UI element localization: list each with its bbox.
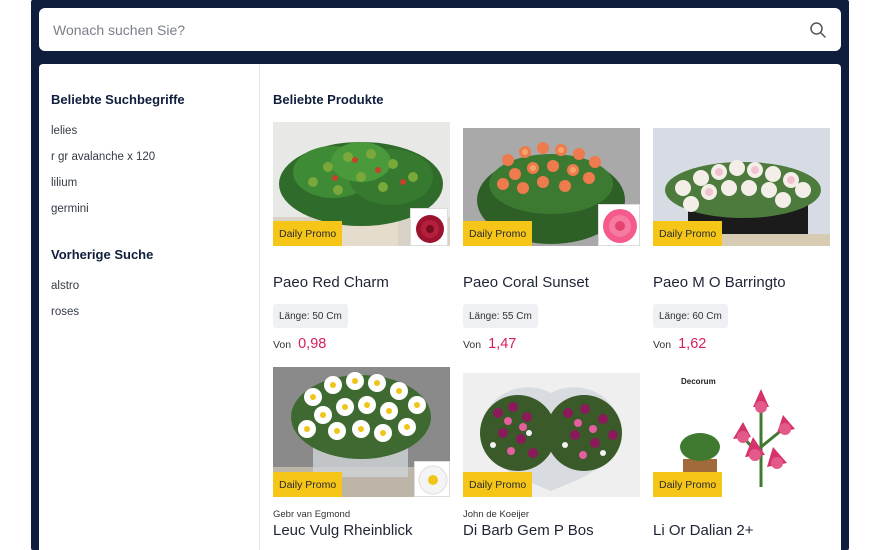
product-price-row: Von 0,98 <box>273 336 326 352</box>
product-name[interactable]: Li Or Dalian 2+ <box>653 522 753 539</box>
price-prefix: Von <box>273 339 292 351</box>
search-icon[interactable] <box>809 21 827 39</box>
search-suggestions-sidebar: Beliebte Suchbegriffe lelies r gr avalan… <box>39 64 260 550</box>
daily-promo-badge: Daily Promo <box>463 472 533 497</box>
popular-searches-title: Beliebte Suchbegriffe <box>51 92 185 107</box>
price-prefix: Von <box>463 339 482 351</box>
search-bar[interactable] <box>39 8 841 51</box>
product-image[interactable]: Daily Promo <box>273 122 450 246</box>
product-price: 0,98 <box>298 336 327 352</box>
product-price-row: Von 1,47 <box>463 336 516 352</box>
product-price: 1,47 <box>488 336 517 352</box>
product-card[interactable]: Daily Promo John de Koeijer Di Barb Gem … <box>463 367 640 550</box>
popular-products-section: Beliebte Produkte Daily Promo Paeo Red C… <box>260 64 841 550</box>
recent-search-item[interactable]: roses <box>51 305 259 331</box>
product-image[interactable]: Daily Promo <box>463 128 640 246</box>
product-card[interactable]: Daily Promo Paeo M O Barringto Länge: 60… <box>653 122 830 367</box>
recent-searches-list: alstro roses <box>51 279 259 331</box>
product-name[interactable]: Leuc Vulg Rheinblick <box>273 522 413 539</box>
product-thumbnail <box>410 208 448 246</box>
product-card[interactable]: Daily Promo Gebr van Egmond Leuc Vulg Rh… <box>273 367 450 550</box>
search-input[interactable] <box>53 21 809 38</box>
daily-promo-badge: Daily Promo <box>463 221 533 246</box>
popular-search-item[interactable]: r gr avalanche x 120 <box>51 150 259 176</box>
product-length-badge: Länge: 50 Cm <box>273 304 348 328</box>
product-image[interactable]: Daily Promo <box>463 373 640 497</box>
daily-promo-badge: Daily Promo <box>273 472 343 497</box>
product-image[interactable]: Daily Promo <box>273 367 450 497</box>
product-length-badge: Länge: 55 Cm <box>463 304 538 328</box>
recent-searches-title: Vorherige Suche <box>51 247 154 262</box>
product-brand: John de Koeijer <box>463 509 530 520</box>
product-grid: Daily Promo Paeo Red Charm Länge: 50 Cm … <box>273 122 830 550</box>
product-thumbnail <box>598 204 640 246</box>
daily-promo-badge: Daily Promo <box>653 472 723 497</box>
product-price-row: Von 1,62 <box>653 336 706 352</box>
product-thumbnail <box>414 461 450 497</box>
popular-search-item[interactable]: germini <box>51 202 259 228</box>
popular-search-item[interactable]: lilium <box>51 176 259 202</box>
search-dropdown-panel: Beliebte Suchbegriffe lelies r gr avalan… <box>39 64 841 550</box>
product-card[interactable]: Decorum Daily Promo Li Or Dalian 2+ <box>653 367 830 550</box>
product-name[interactable]: Paeo M O Barringto <box>653 274 786 291</box>
product-card[interactable]: Daily Promo Paeo Red Charm Länge: 50 Cm … <box>273 122 450 367</box>
product-name[interactable]: Di Barb Gem P Bos <box>463 522 594 539</box>
popular-search-item[interactable]: lelies <box>51 124 259 150</box>
product-length-badge: Länge: 60 Cm <box>653 304 728 328</box>
price-prefix: Von <box>653 339 672 351</box>
daily-promo-badge: Daily Promo <box>273 221 343 246</box>
product-card[interactable]: Daily Promo Paeo Coral Sunset Länge: 55 … <box>463 122 640 367</box>
product-price: 1,62 <box>678 336 707 352</box>
image-brand-label: Decorum <box>681 377 716 386</box>
recent-search-item[interactable]: alstro <box>51 279 259 305</box>
popular-products-title: Beliebte Produkte <box>273 92 384 107</box>
product-name[interactable]: Paeo Coral Sunset <box>463 274 589 291</box>
product-name[interactable]: Paeo Red Charm <box>273 274 389 291</box>
product-image[interactable]: Decorum Daily Promo <box>653 367 830 497</box>
product-image[interactable]: Daily Promo <box>653 128 830 246</box>
popular-searches-list: lelies r gr avalanche x 120 lilium germi… <box>51 124 259 228</box>
product-brand: Gebr van Egmond <box>273 509 351 520</box>
daily-promo-badge: Daily Promo <box>653 221 723 246</box>
